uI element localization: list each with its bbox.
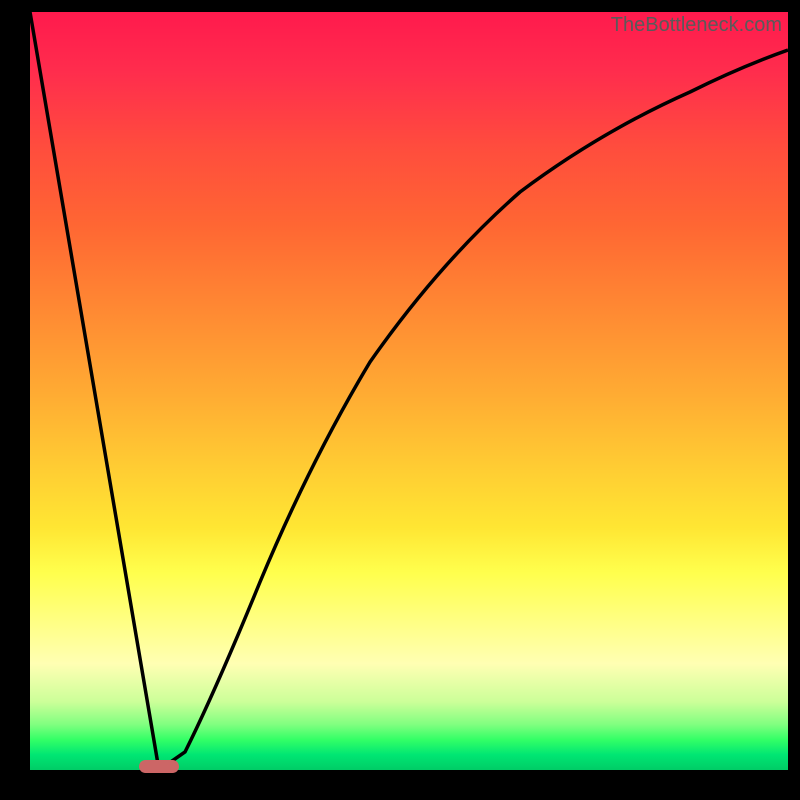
optimal-marker — [139, 760, 179, 773]
watermark-text: TheBottleneck.com — [611, 14, 782, 37]
bottleneck-curve — [30, 12, 788, 770]
